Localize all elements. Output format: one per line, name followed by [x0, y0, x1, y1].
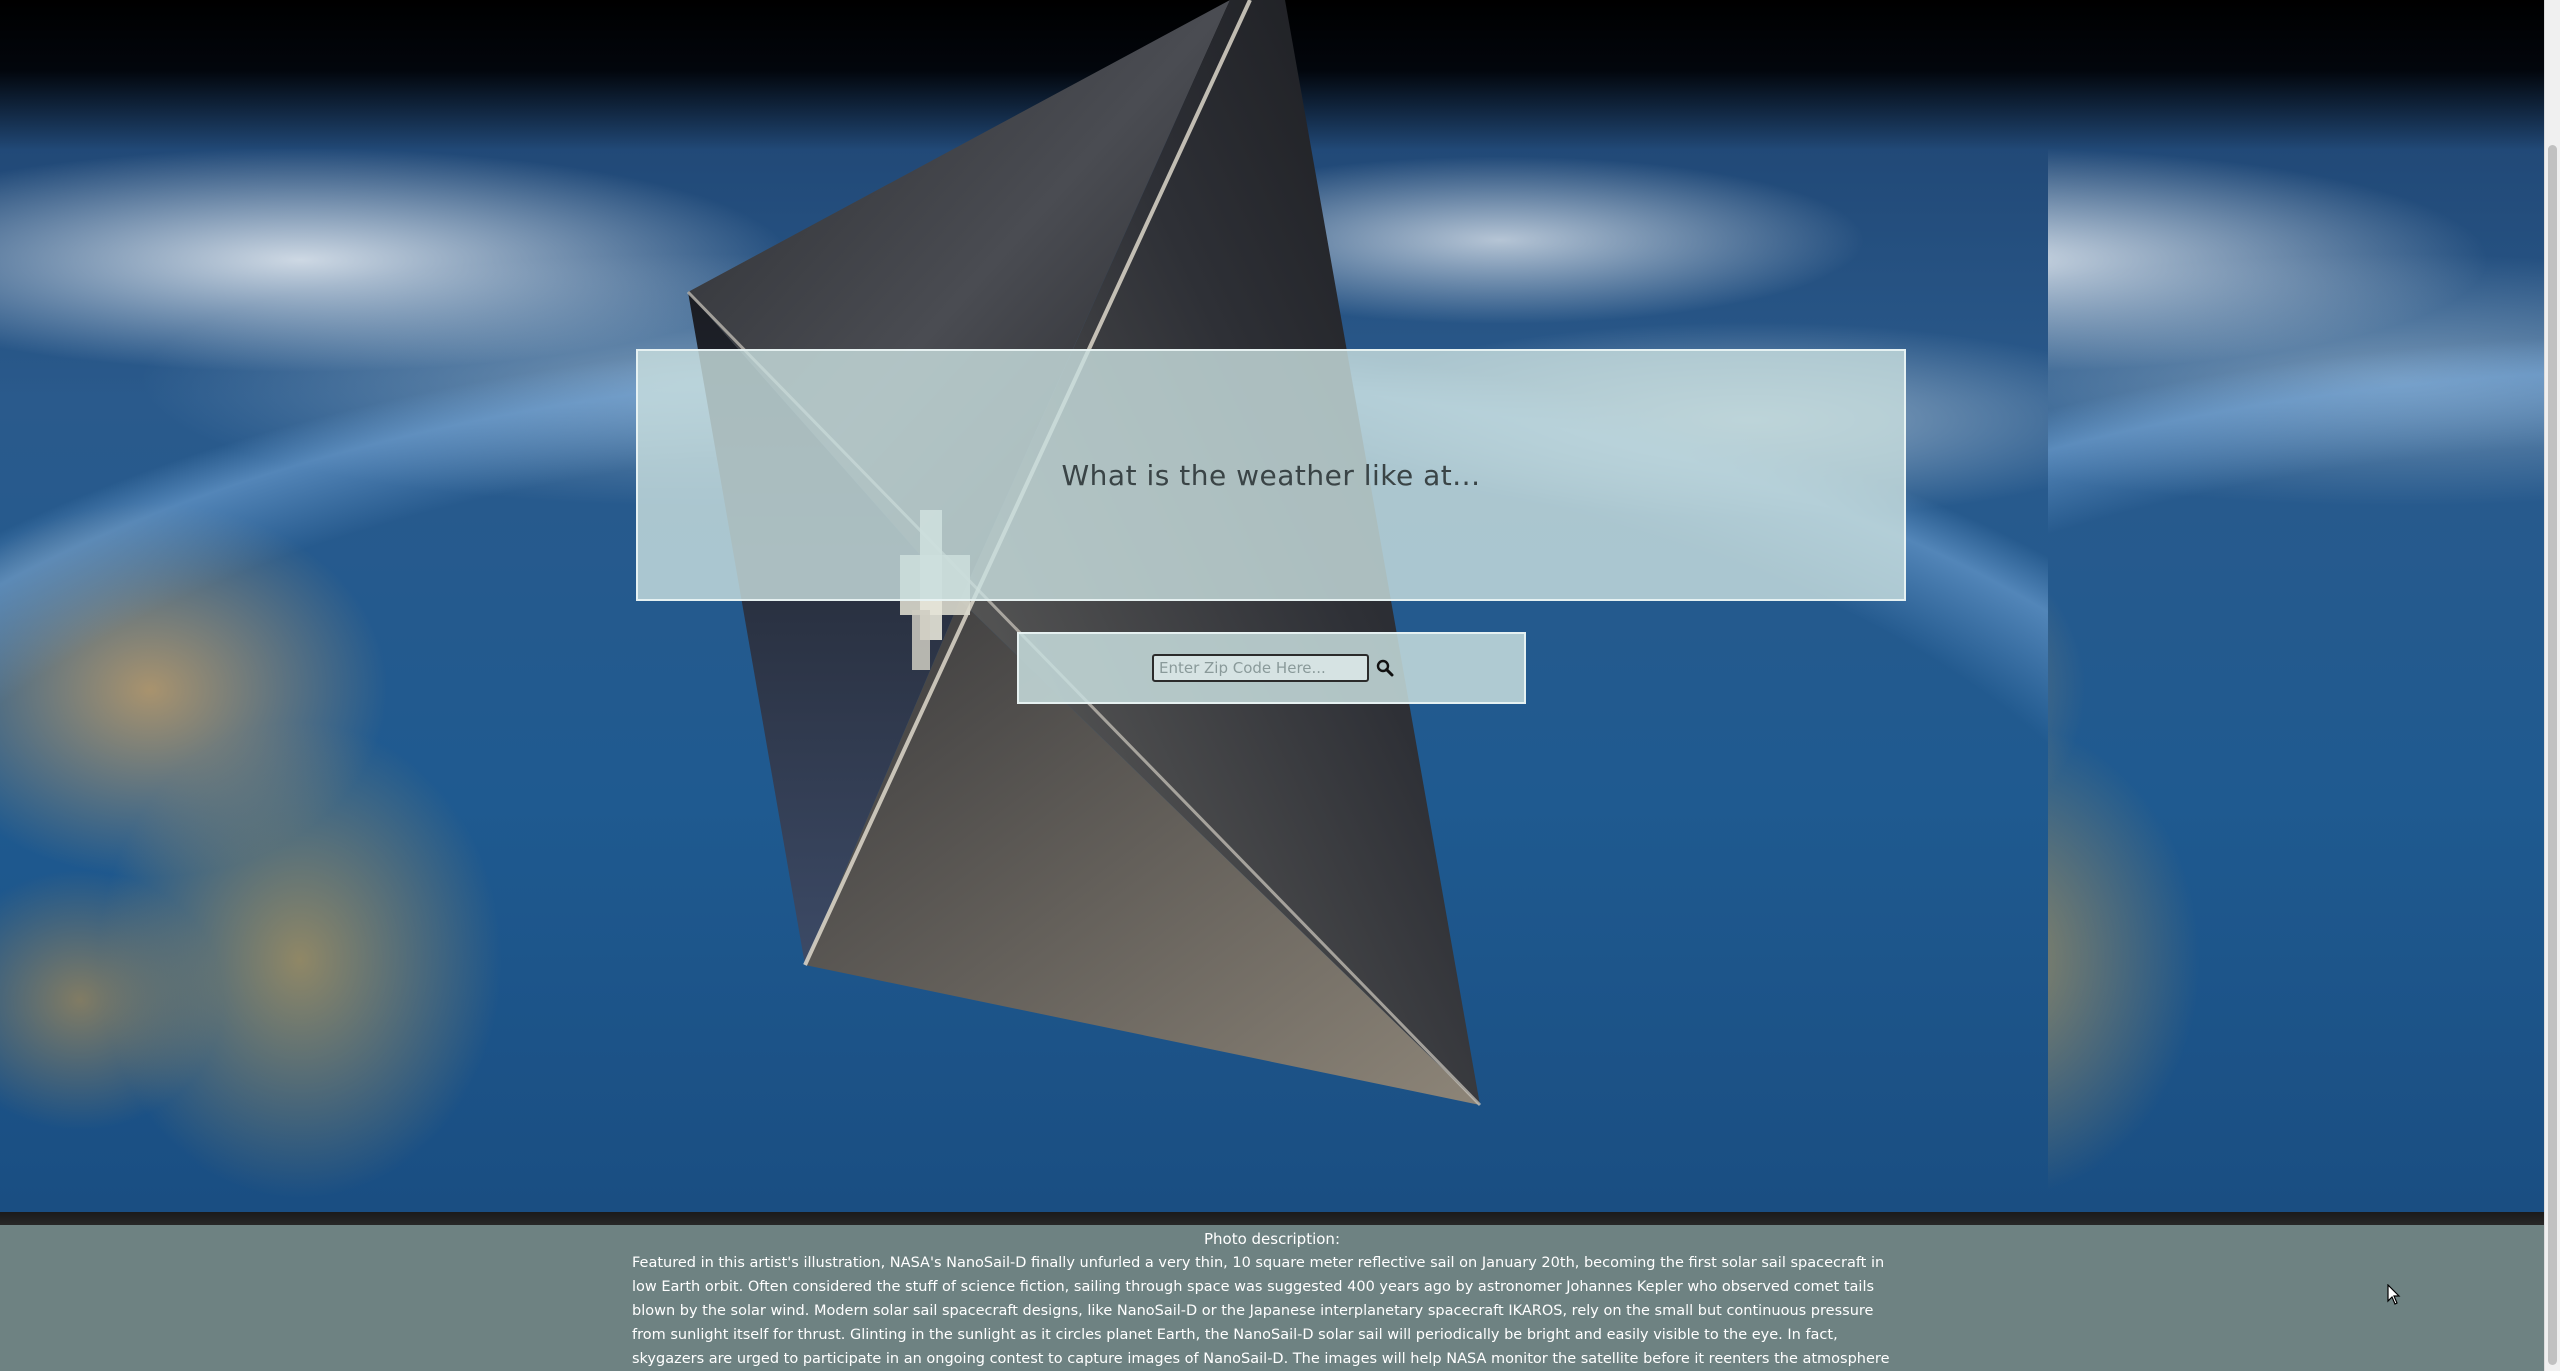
title-panel: What is the weather like at...	[636, 349, 1906, 601]
zip-code-input[interactable]	[1152, 654, 1369, 682]
search-panel	[1017, 632, 1526, 704]
earth-from-orbit-image	[0, 0, 2048, 1212]
mouse-pointer-icon	[2387, 1284, 2401, 1305]
vertical-scrollbar[interactable]	[2544, 0, 2560, 1371]
photo-description-heading: Photo description:	[1203, 1230, 1340, 1248]
page-title: What is the weather like at...	[1061, 458, 1481, 492]
search-icon	[1376, 659, 1394, 677]
scrollbar-thumb[interactable]	[2548, 145, 2557, 1365]
background-photo	[0, 0, 2048, 1212]
search-button[interactable]	[1373, 654, 1397, 682]
background-photo-tile	[2048, 0, 2544, 1212]
photo-description-text: Featured in this artist's illustration, …	[632, 1255, 1890, 1367]
weather-page: What is the weather like at... Photo des…	[0, 0, 2560, 1371]
earth-from-orbit-image	[2048, 0, 2544, 1212]
photo-description-footer: Photo description: Featured in this arti…	[0, 1225, 2544, 1371]
